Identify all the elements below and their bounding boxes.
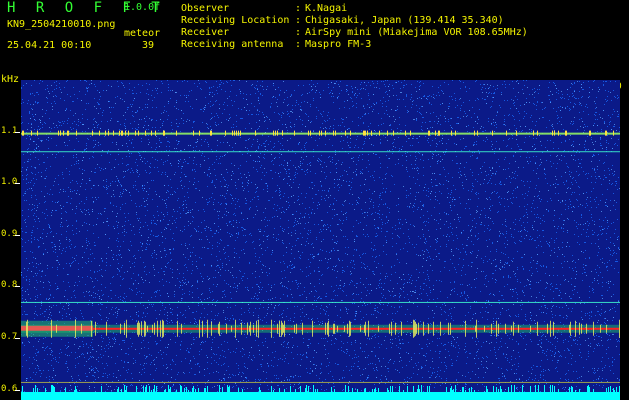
meta-label: Receiving antenna [181,39,284,50]
meta-value: AirSpy mini (Miakejima VOR 108.65MHz) [305,27,528,38]
meta-colon: : [295,15,302,26]
y-tick-label: 1.1 [1,125,18,136]
meta-colon: : [295,39,302,50]
noise-floor-band [21,392,620,400]
y-tick-label: 0.7 [1,332,18,343]
receiver-row: Receiver : AirSpy mini (Miakejima VOR 10… [181,27,528,39]
y-tick-mark [15,183,20,185]
meta-value: K.Nagai [305,3,348,14]
meta-label: Receiver [181,27,230,38]
meta-colon: : [295,3,302,14]
datetime-label: 25.04.21 00:10 [7,40,92,51]
meta-label: Receiving Location [181,15,290,26]
y-tick-label: 0.6 [1,383,18,394]
carrier-line [21,151,620,153]
filename-label: KN9_2504210010.png [7,19,116,30]
y-tick-mark [15,131,20,133]
station-info: Observer : K.Nagai Receiving Location : … [181,3,528,51]
carrier-line [21,381,620,383]
carrier-line [21,301,620,303]
y-tick-mark [15,234,20,236]
y-tick-mark [15,338,20,340]
meta-label: Observer [181,3,230,14]
y-tick-mark [15,286,20,288]
antenna-row: Receiving antenna : Maspro FM-3 [181,39,528,51]
spectrogram-plot [21,80,620,400]
meteor-label: meteor [124,28,161,39]
noise-layer [21,80,620,400]
y-tick-label: 1.0 [1,177,18,188]
carrier-line [21,130,620,136]
y-tick-label: 0.9 [1,228,18,239]
meta-colon: : [295,27,302,38]
y-tick-mark [15,389,20,391]
meteor-count: 39 [142,40,155,51]
meta-value: Chigasaki, Japan (139.414 35.340) [305,15,504,26]
location-row: Receiving Location : Chigasaki, Japan (1… [181,15,528,27]
y-tick-label: 0.8 [1,280,18,291]
observer-row: Observer : K.Nagai [181,3,528,15]
hrofft-window: H R O F F T 1.0.0f KN9_2504210010.png me… [0,0,629,400]
version-label: 1.0.0f [124,2,161,13]
y-axis: 1.1 1.0 0.9 0.8 0.7 0.6 [0,80,21,400]
spectrogram-svg [21,80,620,400]
meta-value: Maspro FM-3 [305,39,372,50]
